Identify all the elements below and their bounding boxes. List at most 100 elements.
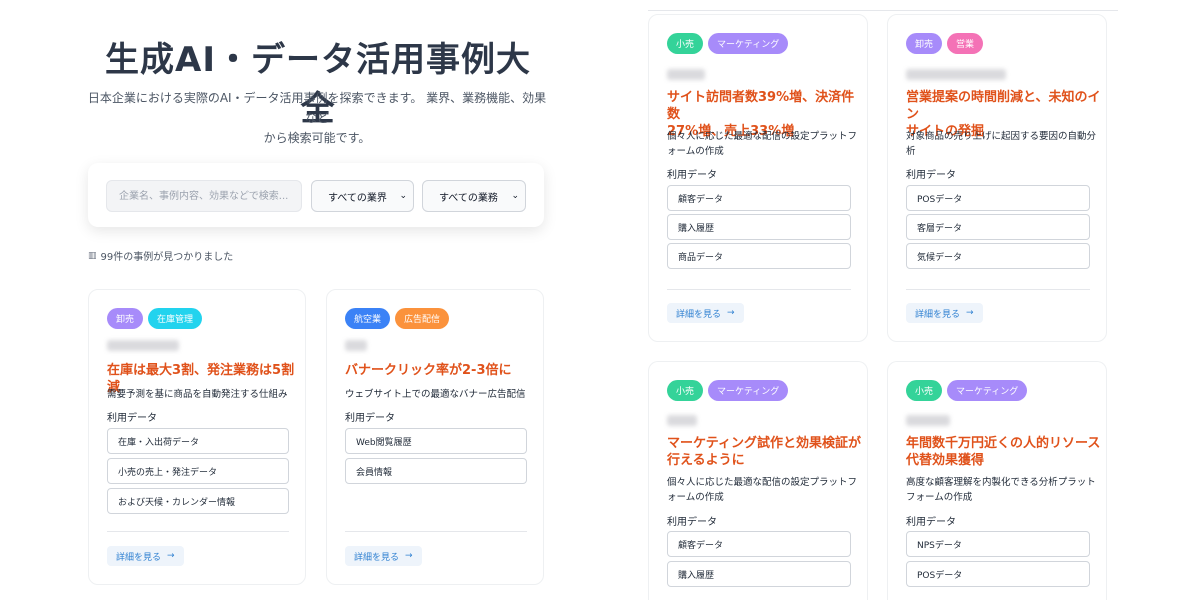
detail-button-label: 詳細を見る — [354, 552, 400, 563]
data-item: 顧客データ — [667, 185, 851, 211]
company-name-blurred — [345, 340, 367, 351]
tag-list: 小売 マーケティング — [667, 33, 789, 54]
detail-button[interactable]: 詳細を見る → — [107, 546, 184, 566]
chevron-down-icon: ⌄ — [511, 191, 519, 201]
top-divider — [648, 10, 1118, 11]
tag-list: 小売 マーケティング — [906, 380, 1028, 401]
company-name-blurred — [667, 415, 697, 426]
tag-list: 航空業 広告配信 — [345, 308, 450, 329]
headline-line-2: 行えるように — [667, 453, 745, 468]
arrow-right-icon: → — [727, 308, 735, 318]
case-headline: バナークリック率が2-3倍に — [345, 363, 512, 378]
industry-select[interactable]: すべての業界 ⌄ — [311, 180, 414, 212]
description-line-2: ォームの作成 — [667, 492, 724, 503]
tag-function[interactable]: 在庫管理 — [148, 308, 203, 329]
chevron-down-icon: ⌄ — [399, 191, 407, 201]
tag-function[interactable]: マーケティング — [708, 380, 789, 401]
tag-industry[interactable]: 小売 — [906, 380, 943, 401]
case-description: 高度な顧客理解を内製化できる分析プラット フォームの作成 — [906, 475, 1096, 505]
data-label: 利用データ — [906, 170, 956, 181]
detail-button[interactable]: 詳細を見る → — [667, 303, 744, 323]
tag-industry[interactable]: 小売 — [667, 380, 704, 401]
data-item: POSデータ — [906, 561, 1090, 587]
case-description: ウェブサイト上での最適なバナー広告配信 — [345, 389, 526, 400]
arrow-right-icon: → — [167, 551, 175, 561]
tag-industry[interactable]: 卸売 — [906, 33, 943, 54]
left-screenshot-panel: 生成AI・データ活用事例大全 日本企業における実際のAI・データ活用事例を探索で… — [0, 0, 620, 600]
result-count: ▥ 99件の事例が見つかりました — [88, 248, 234, 264]
tag-list: 卸売 営業 — [906, 33, 984, 54]
detail-button[interactable]: 詳細を見る → — [345, 546, 422, 566]
description-line-1: 高度な顧客理解を内製化できる分析プラット — [906, 477, 1096, 488]
company-name-blurred — [906, 69, 1006, 80]
headline-line-1: サイト訪問者数39%増、決済件数 — [667, 90, 855, 122]
data-item: 気候データ — [906, 243, 1090, 269]
card-divider — [107, 531, 289, 532]
tag-industry[interactable]: 小売 — [667, 33, 704, 54]
detail-button-label: 詳細を見る — [116, 552, 162, 563]
tag-function[interactable]: マーケティング — [947, 380, 1028, 401]
case-description: 個々人に応じた最適な配信の設定プラットフ ォームの作成 — [667, 475, 857, 505]
headline-line-2: 代替効果獲得 — [906, 453, 985, 468]
data-item: 商品データ — [667, 243, 851, 269]
tag-list: 小売 マーケティング — [667, 380, 789, 401]
data-item: 購入履歴 — [667, 561, 851, 587]
description-line-2: フォームの作成 — [906, 492, 973, 503]
card-divider — [906, 289, 1090, 290]
headline-line-1: マーケティング試作と効果検証が — [667, 436, 861, 451]
tag-function[interactable]: 広告配信 — [395, 308, 450, 329]
headline-line-1: 年間数千万円近くの人的リソース — [906, 436, 1101, 451]
page-subtitle: 日本企業における実際のAI・データ活用事例を探索できます。 業界、業務機能、効果… — [84, 88, 550, 148]
case-card: 卸売 在庫管理 在庫は最大3割、発注業務は5割減 需要予測を基に商品を自動発注す… — [88, 289, 306, 585]
tag-industry[interactable]: 航空業 — [345, 308, 391, 329]
case-card: 航空業 広告配信 バナークリック率が2-3倍に ウェブサイト上での最適なバナー広… — [326, 289, 544, 585]
company-name-blurred — [906, 415, 950, 426]
description-line-1: 対象商品の売り上げに起因する要因の自動分 — [906, 131, 1097, 142]
data-label: 利用データ — [667, 170, 717, 181]
company-name-blurred — [667, 69, 705, 80]
data-item: 会員情報 — [345, 458, 527, 484]
function-select[interactable]: すべての業務 ⌄ — [422, 180, 526, 212]
description-line-2: 析 — [906, 146, 916, 157]
tag-function[interactable]: マーケティング — [708, 33, 789, 54]
industry-select-value: すべての業界 — [328, 192, 387, 204]
card-divider — [345, 531, 527, 532]
arrow-right-icon: → — [966, 308, 974, 318]
case-description: 個々人に応じた最適な配信の設定プラットフ ォームの作成 — [667, 129, 857, 159]
data-label: 利用データ — [345, 413, 395, 424]
arrow-right-icon: → — [405, 551, 413, 561]
subtitle-line-1: 日本企業における実際のAI・データ活用事例を探索できます。 業界、業務機能、効果… — [87, 91, 547, 125]
data-label: 利用データ — [107, 413, 157, 424]
tag-industry[interactable]: 卸売 — [107, 308, 144, 329]
subtitle-line-2: から検索可能です。 — [263, 131, 371, 145]
detail-button-label: 詳細を見る — [915, 309, 961, 320]
case-headline: マーケティング試作と効果検証が 行えるように — [667, 435, 861, 469]
tag-function[interactable]: 営業 — [947, 33, 984, 54]
result-count-text: 99件の事例が見つかりました — [100, 252, 234, 263]
description-line-1: 個々人に応じた最適な配信の設定プラットフ — [667, 477, 858, 488]
data-label: 利用データ — [667, 517, 717, 528]
description-line-1: 個々人に応じた最適な配信の設定プラットフ — [667, 131, 858, 142]
case-card: 小売 マーケティング 年間数千万円近くの人的リソース 代替効果獲得 高度な顧客理… — [887, 361, 1107, 600]
description-line-2: ォームの作成 — [667, 146, 724, 157]
data-item: 購入履歴 — [667, 214, 851, 240]
case-card: 卸売 営業 営業提案の時間削減と、未知のイン サイトの発掘 対象商品の売り上げに… — [887, 14, 1107, 342]
detail-button-label: 詳細を見る — [676, 309, 722, 320]
company-name-blurred — [107, 340, 179, 351]
data-item: 小売の売上・発注データ — [107, 458, 289, 484]
data-label: 利用データ — [906, 517, 956, 528]
data-item: Web閲覧履歴 — [345, 428, 527, 454]
case-description: 対象商品の売り上げに起因する要因の自動分 析 — [906, 129, 1096, 159]
data-item: および天候・カレンダー情報 — [107, 488, 289, 514]
detail-button[interactable]: 詳細を見る → — [906, 303, 983, 323]
data-item: 顧客データ — [667, 531, 851, 557]
data-item: NPSデータ — [906, 531, 1090, 557]
case-card: 小売 マーケティング サイト訪問者数39%増、決済件数 27%増、売上33%増 … — [648, 14, 868, 342]
data-item: 在庫・入出荷データ — [107, 428, 289, 454]
data-item: POSデータ — [906, 185, 1090, 211]
bar-chart-icon: ▥ — [88, 250, 97, 261]
headline-line-1: 営業提案の時間削減と、未知のイン — [906, 90, 1101, 122]
case-headline: 年間数千万円近くの人的リソース 代替効果獲得 — [906, 435, 1100, 469]
search-input[interactable] — [106, 180, 302, 212]
search-panel: すべての業界 ⌄ すべての業務 ⌄ — [88, 163, 544, 227]
